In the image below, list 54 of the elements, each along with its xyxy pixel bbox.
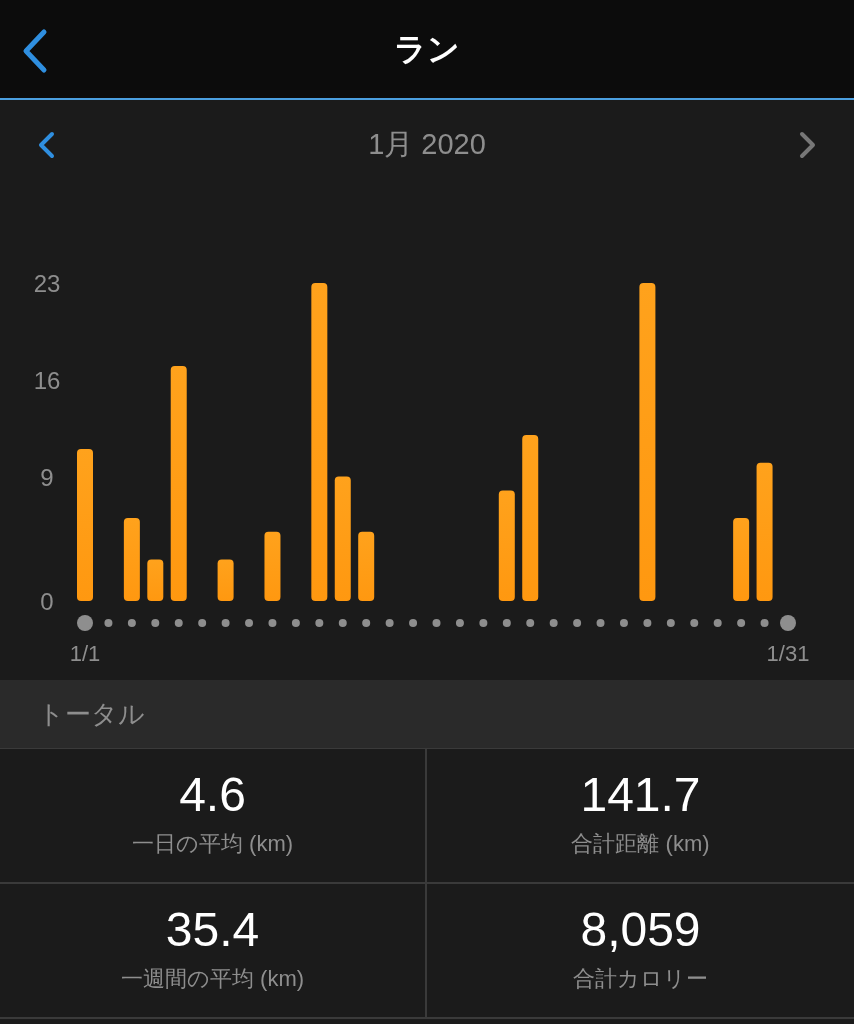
day-dot <box>455 619 464 627</box>
day-dot <box>338 619 347 627</box>
day-dot <box>432 619 441 627</box>
next-month-icon[interactable] <box>798 131 818 159</box>
stat-value: 4.6 <box>179 771 246 819</box>
day-dot <box>385 619 394 627</box>
day-dot <box>77 615 93 631</box>
day-dot <box>362 619 371 627</box>
stat-value: 141.7 <box>580 771 701 819</box>
day-dot <box>174 619 183 627</box>
day-dot <box>221 619 230 627</box>
day-dot <box>291 619 300 627</box>
day-dot <box>198 619 207 627</box>
stat-value: 35.4 <box>165 906 260 954</box>
day-dot <box>713 619 722 627</box>
y-axis-label: 23 <box>33 270 61 297</box>
day-dot <box>596 619 605 627</box>
day-dot <box>315 619 324 627</box>
totals-title: トータル <box>38 697 145 731</box>
day-dot <box>619 619 628 627</box>
day-dot <box>526 619 535 627</box>
y-axis-label: 0 <box>40 588 54 615</box>
x-axis-label: 1/1 <box>69 641 101 666</box>
day-dot <box>573 619 582 627</box>
day-dot <box>268 619 277 627</box>
distance-bar <box>358 531 375 601</box>
day-dot <box>666 619 675 627</box>
screen-title: ラン <box>394 30 460 69</box>
stat-label: 合計距離 (km) <box>571 830 710 858</box>
day-dot <box>479 619 488 627</box>
stat-label: 一日の平均 (km) <box>131 830 294 858</box>
day-dot <box>549 619 558 627</box>
month-label: 1月 2020 <box>368 127 486 163</box>
day-dot <box>151 619 160 627</box>
day-dot <box>690 619 699 627</box>
distance-bar <box>264 531 281 601</box>
stat-label: 一週間の平均 (km) <box>120 965 305 993</box>
distance-bar <box>217 559 234 601</box>
day-dot <box>245 619 254 627</box>
day-dot <box>737 619 746 627</box>
distance-bar <box>147 559 164 601</box>
day-dot <box>104 619 113 627</box>
stat-value: 8,059 <box>580 906 701 954</box>
previous-month-icon[interactable] <box>36 131 56 159</box>
day-dot <box>127 619 136 627</box>
day-dot <box>502 619 511 627</box>
day-dot <box>780 615 796 631</box>
stat-label: 合計カロリー <box>573 965 708 993</box>
y-axis-label: 9 <box>40 463 54 491</box>
day-dot <box>409 619 418 627</box>
day-dot <box>643 619 652 627</box>
x-axis-label: 1/31 <box>766 641 810 666</box>
day-dot <box>760 619 769 627</box>
y-axis-label: 16 <box>33 366 61 394</box>
